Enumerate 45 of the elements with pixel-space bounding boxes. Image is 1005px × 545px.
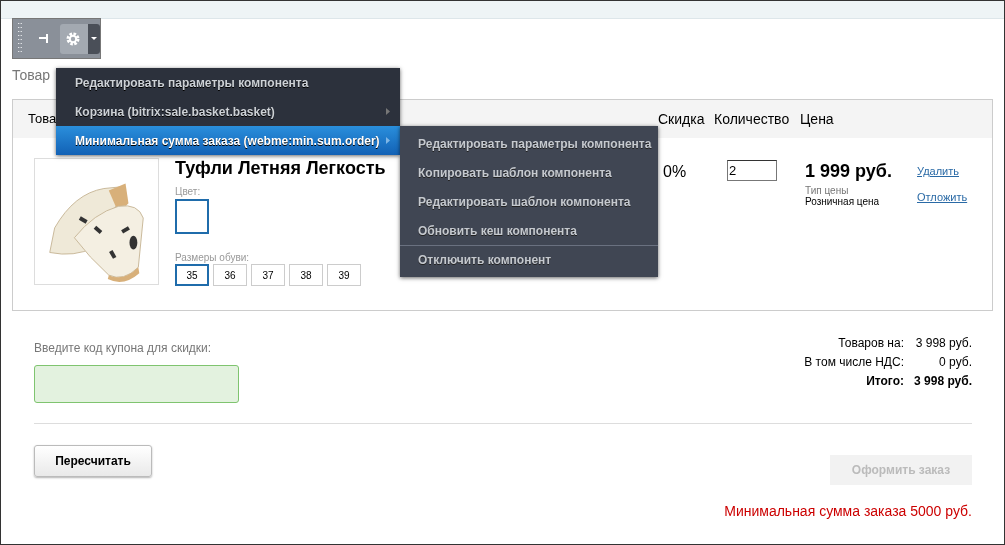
size-option[interactable]: 36	[213, 264, 247, 286]
settings-icon	[65, 30, 81, 47]
total-label: Итого:	[866, 373, 904, 390]
size-option[interactable]: 35	[175, 264, 209, 286]
menu-item[interactable]: Редактировать параметры компонента	[400, 129, 658, 158]
quantity-field[interactable]: 2	[727, 160, 777, 181]
menu-item[interactable]: Редактировать шаблон компонента	[400, 187, 658, 216]
column-header: Количество	[714, 109, 791, 129]
column-header: Скидка	[658, 109, 706, 129]
price-type: Розничная цена	[805, 196, 881, 208]
size-option[interactable]: 39	[327, 264, 361, 286]
menu-item[interactable]: Редактировать параметры компонента	[56, 68, 400, 97]
submenu-arrow-icon	[386, 137, 390, 144]
pin-icon[interactable]	[39, 34, 51, 43]
action-link[interactable]: Отложить	[917, 188, 968, 205]
total-value: 3 998 руб.	[913, 373, 972, 390]
caret-icon	[91, 37, 97, 40]
price-value: 1 999 руб.	[805, 160, 893, 183]
total-value: 3 998 руб.	[914, 335, 972, 352]
menu-item[interactable]: Обновить кеш компонента	[400, 216, 658, 245]
warning-message: Минимальная сумма заказа 5000 руб.	[723, 502, 972, 521]
coupon-field[interactable]	[34, 365, 239, 403]
section-title: Товар	[12, 67, 51, 83]
size-option[interactable]: 38	[289, 264, 323, 286]
recalculate-button[interactable]: Пересчитать	[34, 445, 152, 477]
discount-value: 0%	[663, 162, 687, 182]
product-name: Туфли Летняя Легкость	[175, 158, 386, 178]
size-option[interactable]: 37	[251, 264, 285, 286]
menu-item[interactable]: Копировать шаблон компонента	[400, 158, 658, 187]
total-label: В том числе НДС:	[804, 354, 904, 371]
action-link[interactable]: Удалить	[917, 163, 968, 180]
submenu-arrow-icon	[386, 108, 390, 115]
price-type-label: Тип цены	[805, 185, 850, 196]
color-swatch[interactable]	[175, 199, 209, 234]
coupon-label: Введите код купона для скидки:	[34, 340, 213, 357]
menu-item[interactable]: Корзина (bitrix:sale.basket.basket)	[56, 97, 400, 126]
settings-button[interactable]	[60, 23, 100, 54]
total-label: Товаров на:	[838, 335, 904, 352]
total-value: 0 руб.	[938, 354, 972, 371]
column-header: Това	[28, 110, 57, 129]
field-label: Цвет:	[175, 186, 202, 198]
field-label: Размеры обуви:	[175, 252, 251, 264]
menu-item[interactable]: Минимальная сумма заказа (webme:min.sum.order)	[56, 126, 400, 155]
menu-item[interactable]: Отключить компонент	[400, 245, 658, 274]
column-header: Цена	[800, 109, 835, 129]
